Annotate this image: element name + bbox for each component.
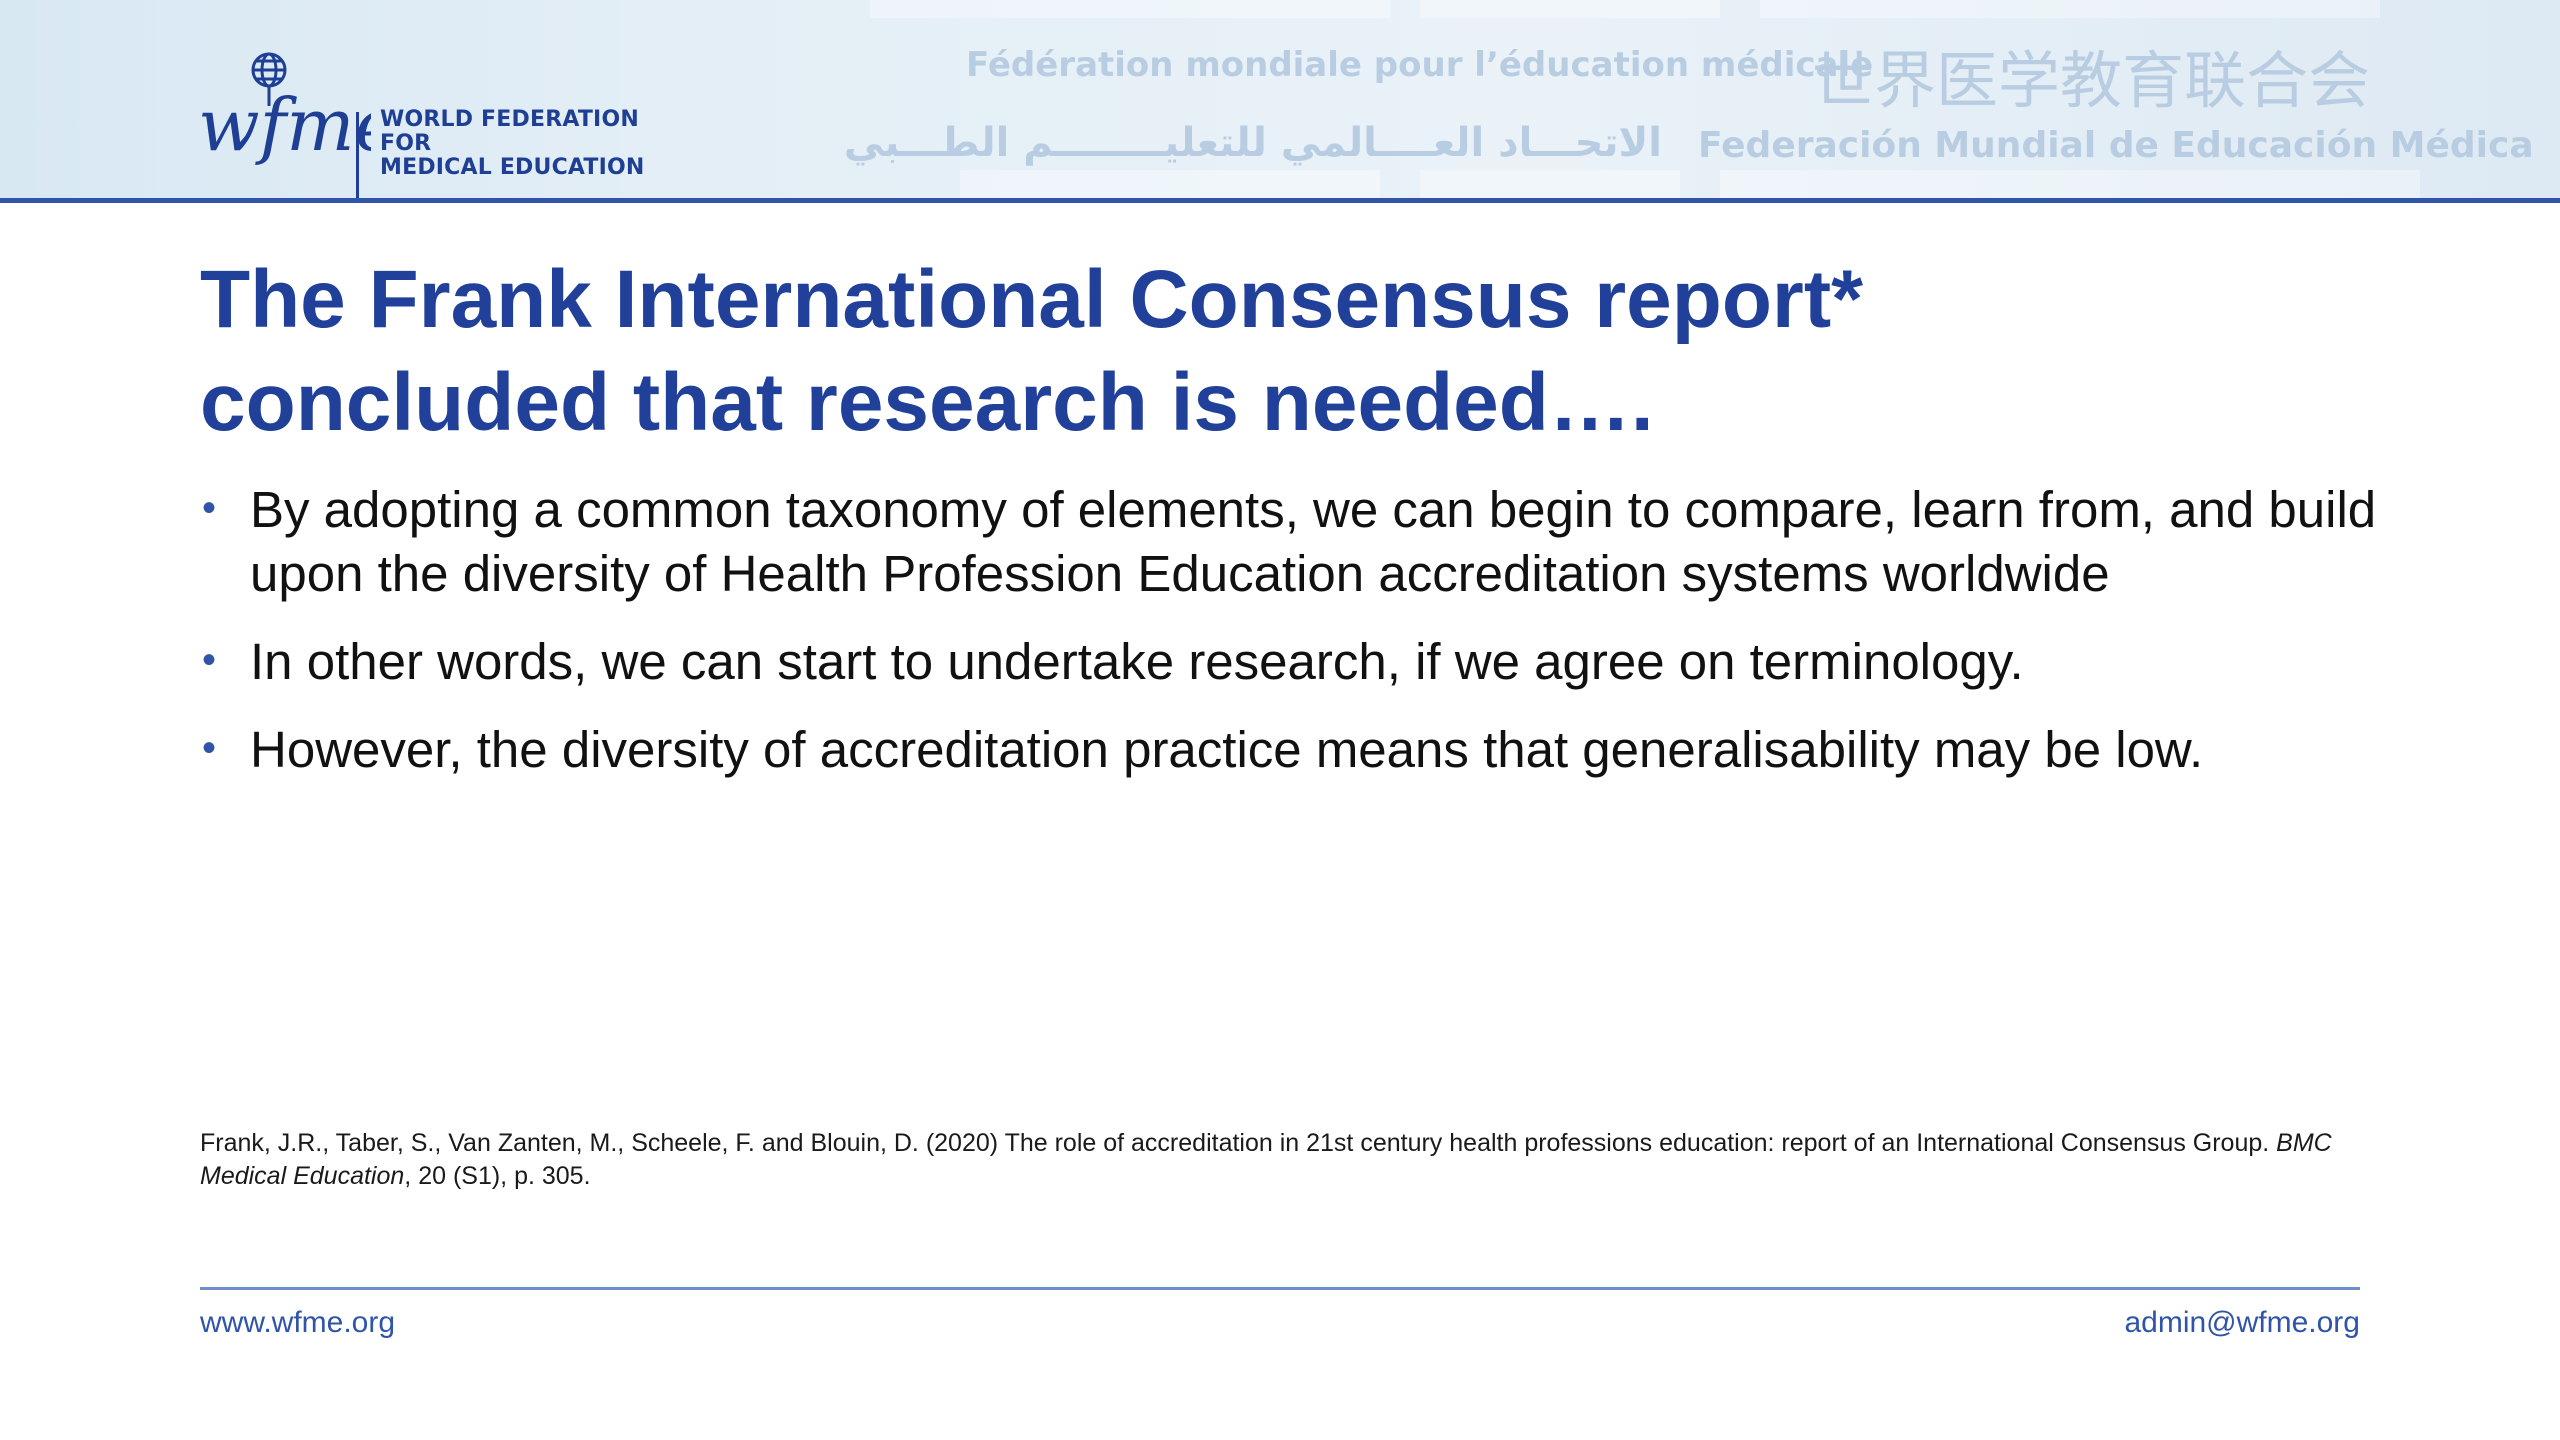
slide-title-line2: concluded that research is needed…. — [200, 357, 1654, 448]
org-name: WORLD FEDERATION FOR MEDICAL EDUCATION — [380, 108, 680, 180]
org-name-line1: WORLD FEDERATION FOR — [380, 107, 639, 156]
slide-title-line1: The Frank International Consensus report… — [200, 254, 1864, 345]
bullet-item: • In other words, we can start to undert… — [200, 630, 2420, 694]
reference-details: , 20 (S1), p. 305. — [404, 1162, 591, 1190]
logo-wordmark: wfme — [198, 83, 371, 167]
bullet-text: In other words, we can start to undertak… — [250, 633, 2024, 690]
footer-email-link[interactable]: admin@wfme.org — [2124, 1306, 2360, 1340]
header-name-arabic: الاتحـــاد العــــالمي للتعليــــــــم ا… — [843, 120, 1662, 166]
header-mosaic-tile — [870, 0, 1390, 18]
bullet-list: • By adopting a common taxonomy of eleme… — [200, 478, 2420, 806]
header-mosaic-tile — [1420, 170, 1680, 198]
bullet-text: However, the diversity of accreditation … — [250, 721, 2204, 778]
bullet-item: • By adopting a common taxonomy of eleme… — [200, 478, 2420, 606]
bullet-item: • However, the diversity of accreditatio… — [200, 718, 2420, 782]
logo-divider — [356, 112, 359, 198]
bullet-marker: • — [202, 486, 217, 530]
header-mosaic-tile — [960, 170, 1380, 198]
footer-divider — [200, 1287, 2360, 1290]
slide-title: The Frank International Consensus report… — [200, 248, 2440, 454]
header-mosaic-tile — [1720, 170, 2420, 198]
bullet-marker: • — [202, 726, 217, 770]
header-name-french: Fédération mondiale pour l’éducation méd… — [966, 45, 1874, 85]
wfme-logo-mark: wfme — [198, 52, 371, 167]
footer-website-link[interactable]: www.wfme.org — [200, 1306, 395, 1340]
header-name-spanish: Federación Mundial de Educación Médica — [1698, 125, 2534, 166]
reference-text: Frank, J.R., Taber, S., Van Zanten, M., … — [200, 1129, 2277, 1157]
header-name-chinese: 世界医学教育联合会 — [1812, 44, 2371, 117]
reference-citation: Frank, J.R., Taber, S., Van Zanten, M., … — [200, 1127, 2400, 1193]
bullet-text: By adopting a common taxonomy of element… — [250, 481, 2377, 602]
slide-header: wfme WORLD FEDERATION FOR MEDICAL EDUCAT… — [0, 0, 2560, 203]
header-mosaic-tile — [1420, 0, 1720, 18]
bullet-marker: • — [202, 638, 217, 682]
wfme-logo[interactable]: wfme WORLD FEDERATION FOR MEDICAL EDUCAT… — [196, 50, 676, 198]
header-mosaic-tile — [1760, 0, 2380, 18]
org-name-line2: MEDICAL EDUCATION — [380, 155, 645, 180]
